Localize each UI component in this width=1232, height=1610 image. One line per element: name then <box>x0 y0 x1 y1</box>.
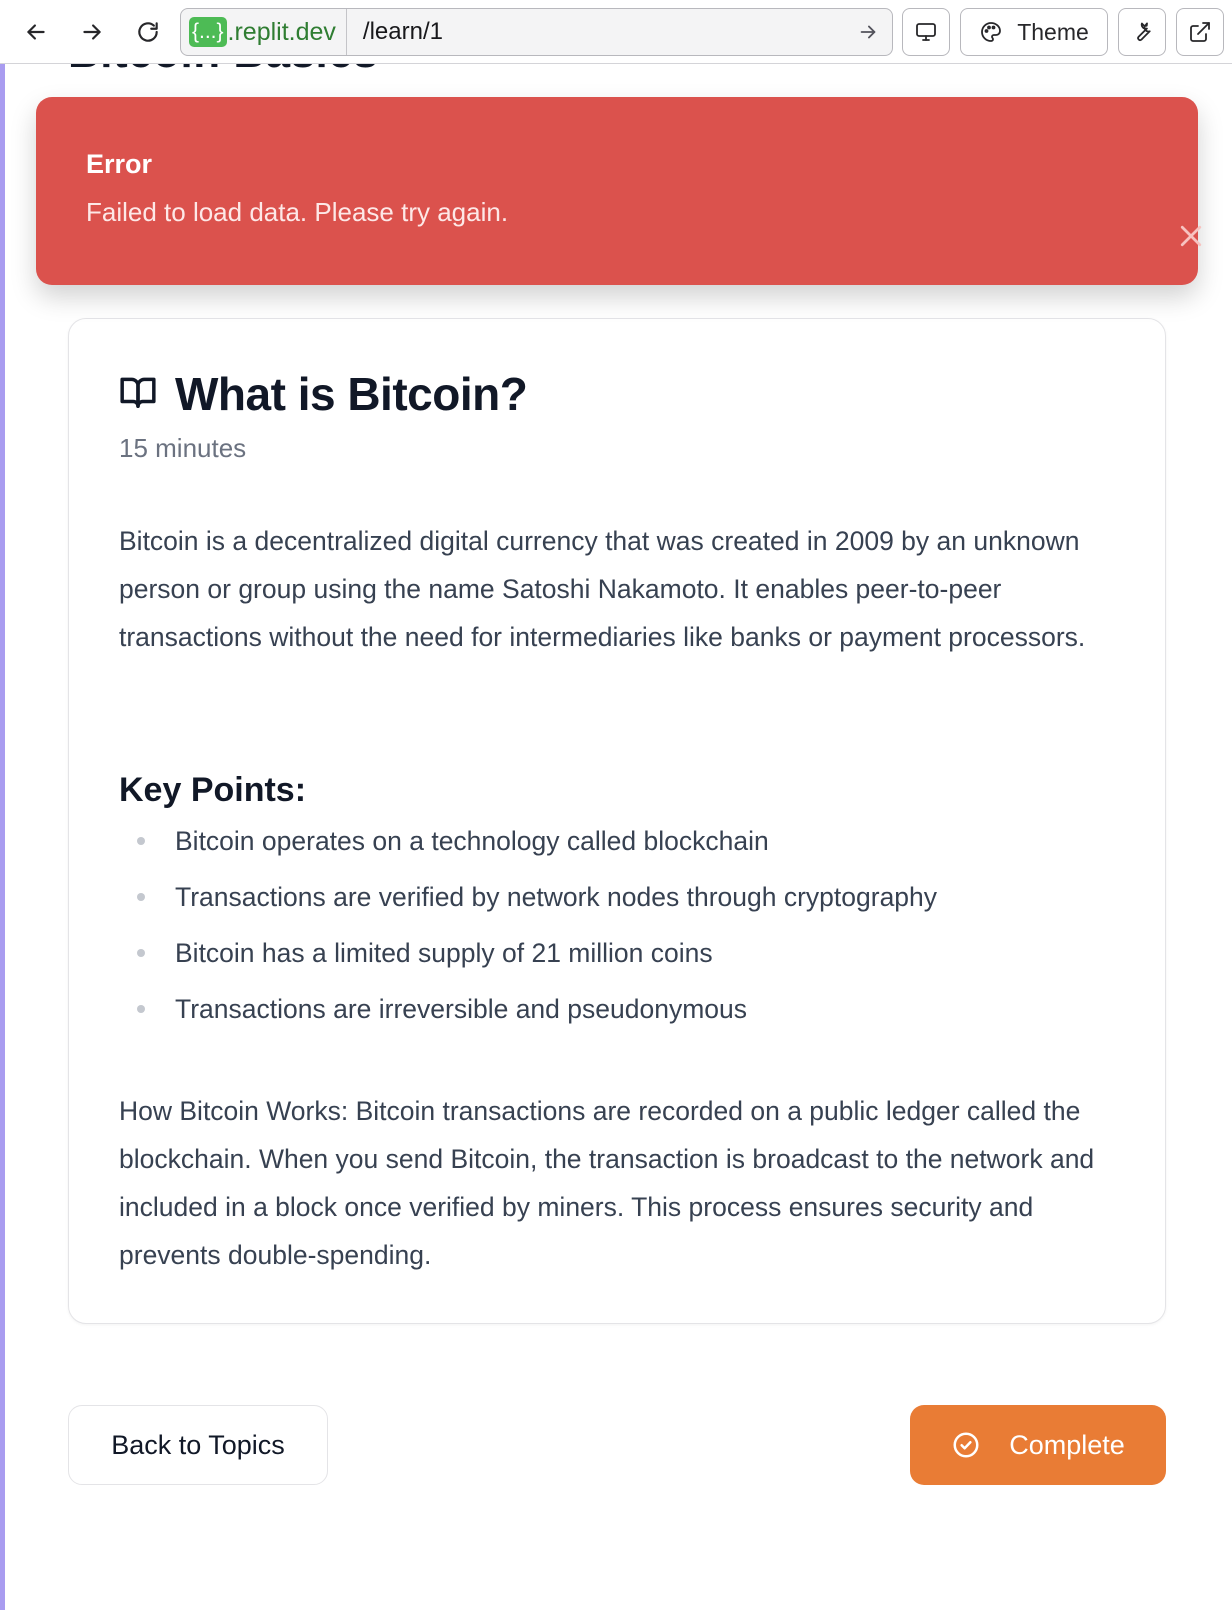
how-it-works-paragraph: How Bitcoin Works: Bitcoin transactions … <box>119 1096 1095 1270</box>
lesson-card: What is Bitcoin? 15 minutes Bitcoin is a… <box>68 318 1166 1324</box>
forward-button[interactable] <box>72 12 112 52</box>
monitor-icon <box>916 23 936 41</box>
url-host-domain: .replit.dev <box>227 17 336 46</box>
close-icon <box>1180 225 1202 247</box>
key-point-text: Transactions are verified by network nod… <box>175 881 938 912</box>
reload-icon <box>138 22 158 42</box>
check-circle-icon <box>953 1432 979 1458</box>
url-host-chip: {...} <box>189 17 227 47</box>
address-bar[interactable]: {...} .replit.dev /learn/1 <box>180 8 893 56</box>
key-points-list: Bitcoin operates on a technology called … <box>119 813 1119 1037</box>
back-button[interactable] <box>16 12 56 52</box>
key-point-item: Transactions are irreversible and pseudo… <box>119 981 1119 1037</box>
toast-close-button[interactable] <box>1176 221 1206 251</box>
lesson-intro: Bitcoin is a decentralized digital curre… <box>119 526 1086 652</box>
arrow-left-icon <box>27 24 45 40</box>
toast-message: Failed to load data. Please try again. <box>86 197 509 227</box>
palette-icon <box>981 22 1002 42</box>
complete-label: Complete <box>1009 1429 1125 1460</box>
device-preview-button[interactable] <box>902 8 950 56</box>
bullet-dot <box>137 893 145 901</box>
book-open-icon <box>119 373 157 416</box>
back-to-topics-button[interactable]: Back to Topics <box>68 1405 328 1485</box>
key-point-item: Bitcoin has a limited supply of 21 milli… <box>119 925 1119 981</box>
reload-button[interactable] <box>128 12 168 52</box>
key-point-text: Bitcoin has a limited supply of 21 milli… <box>175 937 713 968</box>
key-point-item: Bitcoin operates on a technology called … <box>119 813 1119 869</box>
url-path[interactable]: /learn/1 <box>347 18 844 46</box>
bullet-dot <box>137 837 145 845</box>
complete-button[interactable]: Complete <box>910 1405 1166 1485</box>
bullet-dot <box>137 949 145 957</box>
browser-toolbar: {...} .replit.dev /learn/1 Theme <box>0 0 1232 64</box>
lesson-title: What is Bitcoin? <box>175 368 528 420</box>
key-point-text: Bitcoin operates on a technology called … <box>175 825 769 856</box>
devtools-button[interactable] <box>1118 8 1166 56</box>
theme-label: Theme <box>1017 18 1089 45</box>
toast-title: Error <box>86 149 153 179</box>
theme-button[interactable]: Theme <box>960 8 1108 56</box>
external-link-icon <box>1190 22 1210 42</box>
wrench-icon <box>1137 22 1151 41</box>
go-arrow-icon <box>860 25 876 39</box>
key-point-text: Transactions are irreversible and pseudo… <box>175 993 748 1024</box>
key-points-heading: Key Points: <box>119 771 307 809</box>
arrow-right-icon <box>83 24 101 40</box>
go-button[interactable] <box>844 9 892 55</box>
error-toast: Error Failed to load data. Please try ag… <box>36 97 1202 285</box>
key-point-item: Transactions are verified by network nod… <box>119 869 1119 925</box>
lesson-duration: 15 minutes <box>119 433 247 463</box>
open-new-tab-button[interactable] <box>1176 8 1224 56</box>
bullet-dot <box>137 1005 145 1013</box>
lesson-title-row: What is Bitcoin? <box>119 367 528 421</box>
window-frame-accent <box>0 62 5 1610</box>
url-host: {...} .replit.dev <box>181 9 347 55</box>
